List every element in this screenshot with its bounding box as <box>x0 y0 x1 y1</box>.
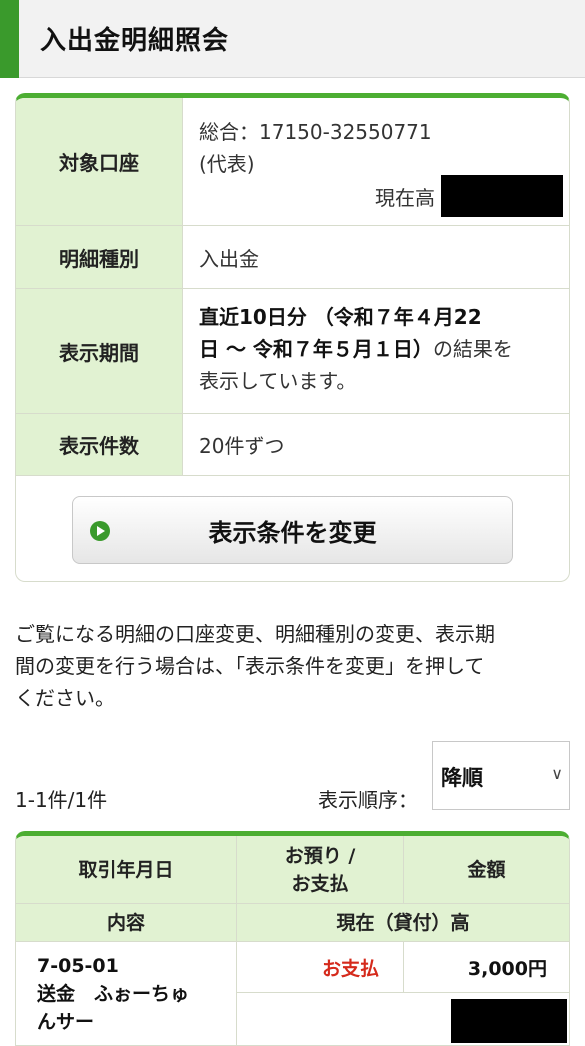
instruction-text: ご覧になる明細の口座変更、明細種別の変更、表示期 間の変更を行う場合は、「表示条… <box>15 622 495 710</box>
period-value-line3: 表示しています。 <box>199 369 357 393</box>
conditions-panel: 対象口座 総合：17150-32550771 (代表) 現在高 明細種別 入出金… <box>15 93 570 582</box>
account-row: 対象口座 総合：17150-32550771 (代表) 現在高 <box>16 98 569 226</box>
period-value-line2: 日 ～ 令和７年５月１日） <box>199 337 433 361</box>
header-date: 取引年月日 <box>16 836 237 904</box>
period-label: 表示期間 <box>16 289 183 413</box>
page-header: 入出金明細照会 <box>0 0 585 78</box>
row-content-line1: 送金 ふぉーちゅ <box>37 983 190 1005</box>
sort-order-value: 降順 <box>441 766 483 790</box>
account-representative: (代表) <box>199 152 255 176</box>
sort-order-label: 表示順序： <box>318 788 418 812</box>
type-row: 明細種別 入出金 <box>16 226 569 289</box>
balance-redacted <box>441 175 563 217</box>
chevron-down-icon: ∨ <box>551 764 563 783</box>
row-type: お支払 <box>237 942 404 993</box>
page-title: 入出金明細照会 <box>40 26 230 56</box>
payout-badge: お支払 <box>321 957 379 980</box>
balance-line: 現在高 <box>375 174 563 218</box>
account-label: 対象口座 <box>16 98 183 225</box>
count-value: 20件ずつ <box>199 434 285 458</box>
balance-label: 現在高 <box>375 185 435 210</box>
header-type: お預り / お支払 <box>237 836 404 904</box>
period-value-line1: 直近10日分 （令和７年４月22 <box>199 305 482 329</box>
row-balance-redacted <box>451 999 567 1043</box>
period-value-tail: の結果を <box>432 337 513 361</box>
change-conditions-button[interactable]: 表示条件を変更 <box>72 496 513 564</box>
header-accent-bar <box>0 0 19 78</box>
play-circle-icon <box>90 521 110 541</box>
account-number: 総合：17150-32550771 <box>199 120 432 144</box>
header-balance: 現在（貸付）高 <box>237 904 569 942</box>
row-date: 7-05-01 <box>37 955 119 977</box>
count-row: 表示件数 20件ずつ <box>16 414 569 476</box>
header-amount: 金額 <box>404 836 569 904</box>
type-label: 明細種別 <box>16 226 183 288</box>
count-label: 表示件数 <box>16 414 183 475</box>
change-conditions-label: 表示条件を変更 <box>208 518 377 547</box>
header-content: 内容 <box>16 904 237 942</box>
period-row: 表示期間 直近10日分 （令和７年４月22 日 ～ 令和７年５月１日）の結果を … <box>16 289 569 414</box>
result-count: 1-1件/1件 <box>15 788 108 812</box>
type-value: 入出金 <box>199 246 259 271</box>
row-balance <box>237 993 569 1045</box>
row-amount: 3,000円 <box>404 942 569 993</box>
row-date-content: 7-05-01 送金 ふぉーちゅ んサー <box>16 942 237 1045</box>
transactions-table: 取引年月日 お預り / お支払 金額 内容 現在（貸付）高 7-05-01 送金… <box>15 831 570 1046</box>
row-content-line2: んサー <box>37 1011 95 1033</box>
sort-order-select[interactable]: 降順 ∨ <box>432 741 570 810</box>
